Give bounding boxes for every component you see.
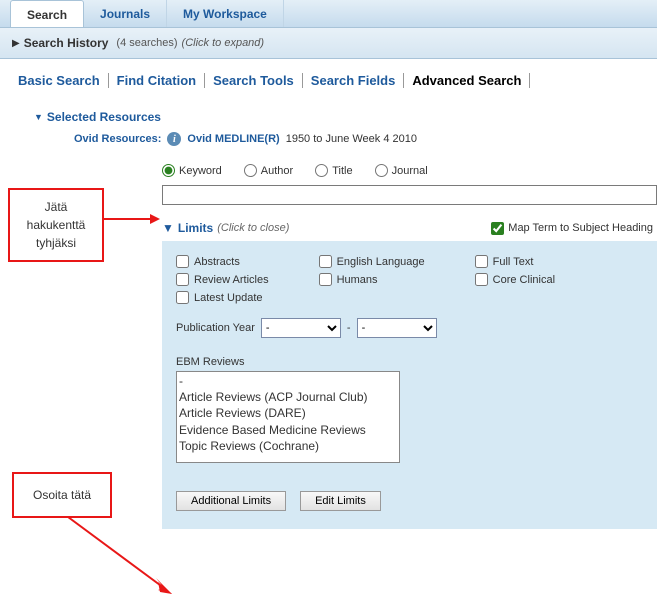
collapse-icon: ▼	[34, 112, 43, 122]
map-term-checkbox[interactable]: Map Term to Subject Heading	[491, 222, 653, 235]
ebm-option[interactable]: Article Reviews (ACP Journal Club)	[179, 389, 397, 405]
tab-search[interactable]: Search	[10, 0, 84, 27]
radio-author[interactable]: Author	[244, 164, 293, 177]
expand-icon: ▶	[12, 38, 20, 49]
history-count: (4 searches)	[116, 37, 177, 49]
subtab-fields[interactable]: Search Fields	[303, 73, 405, 88]
pubyear-from[interactable]: -	[261, 318, 341, 338]
resource-label: Ovid Resources:	[74, 133, 161, 145]
callout-point-this: Osoita tätä	[12, 472, 112, 518]
ebm-option[interactable]: Evidence Based Medicine Reviews	[179, 422, 397, 438]
resource-range: 1950 to June Week 4 2010	[286, 133, 417, 145]
chk-core[interactable]: Core Clinical	[475, 273, 555, 286]
resource-line: Ovid Resources: i Ovid MEDLINE(R) 1950 t…	[14, 132, 657, 146]
ebm-option[interactable]: Article Reviews (DARE)	[179, 405, 397, 421]
limits-panel: Abstracts Review Articles Latest Update …	[162, 241, 657, 529]
info-icon[interactable]: i	[167, 132, 181, 146]
chk-review[interactable]: Review Articles	[176, 273, 269, 286]
radio-keyword[interactable]: Keyword	[162, 164, 222, 177]
collapse-icon: ▼	[162, 221, 174, 235]
search-type-radios: Keyword Author Title Journal	[162, 164, 657, 177]
history-expand-hint: (Click to expand)	[182, 37, 265, 49]
main-tab-bar: Search Journals My Workspace	[0, 0, 657, 28]
subtab-advanced[interactable]: Advanced Search	[404, 73, 530, 88]
chk-fulltext[interactable]: Full Text	[475, 255, 555, 268]
tab-workspace[interactable]: My Workspace	[167, 0, 284, 27]
subtab-basic[interactable]: Basic Search	[14, 73, 109, 88]
chk-abstracts[interactable]: Abstracts	[176, 255, 269, 268]
radio-title[interactable]: Title	[315, 164, 352, 177]
ebm-option[interactable]: Topic Reviews (Cochrane)	[179, 438, 397, 454]
resource-name[interactable]: Ovid MEDLINE(R)	[187, 133, 279, 145]
sub-tab-bar: Basic Search Find Citation Search Tools …	[0, 59, 657, 94]
subtab-citation[interactable]: Find Citation	[109, 73, 205, 88]
chk-humans[interactable]: Humans	[319, 273, 425, 286]
callout-leave-empty: Jätä hakukenttä tyhjäksi	[8, 188, 104, 262]
limits-toggle[interactable]: ▼ Limits (Click to close)	[162, 221, 289, 235]
edit-limits-button[interactable]: Edit Limits	[300, 491, 381, 511]
search-input[interactable]	[162, 185, 657, 205]
ebm-option[interactable]: -	[179, 373, 397, 389]
chk-english[interactable]: English Language	[319, 255, 425, 268]
tab-journals[interactable]: Journals	[84, 0, 167, 27]
arrow-icon	[104, 212, 160, 226]
history-title: Search History	[24, 36, 109, 50]
radio-journal[interactable]: Journal	[375, 164, 428, 177]
ebm-label: EBM Reviews	[176, 356, 643, 368]
pubyear-row: Publication Year - - -	[176, 318, 643, 338]
search-history-bar[interactable]: ▶ Search History (4 searches) (Click to …	[0, 28, 657, 59]
selected-resources-header[interactable]: ▼ Selected Resources	[14, 104, 657, 132]
chk-latest[interactable]: Latest Update	[176, 291, 269, 304]
ebm-listbox[interactable]: - Article Reviews (ACP Journal Club) Art…	[176, 371, 400, 463]
pubyear-to[interactable]: -	[357, 318, 437, 338]
additional-limits-button[interactable]: Additional Limits	[176, 491, 286, 511]
pubyear-label: Publication Year	[176, 322, 255, 334]
subtab-tools[interactable]: Search Tools	[205, 73, 303, 88]
